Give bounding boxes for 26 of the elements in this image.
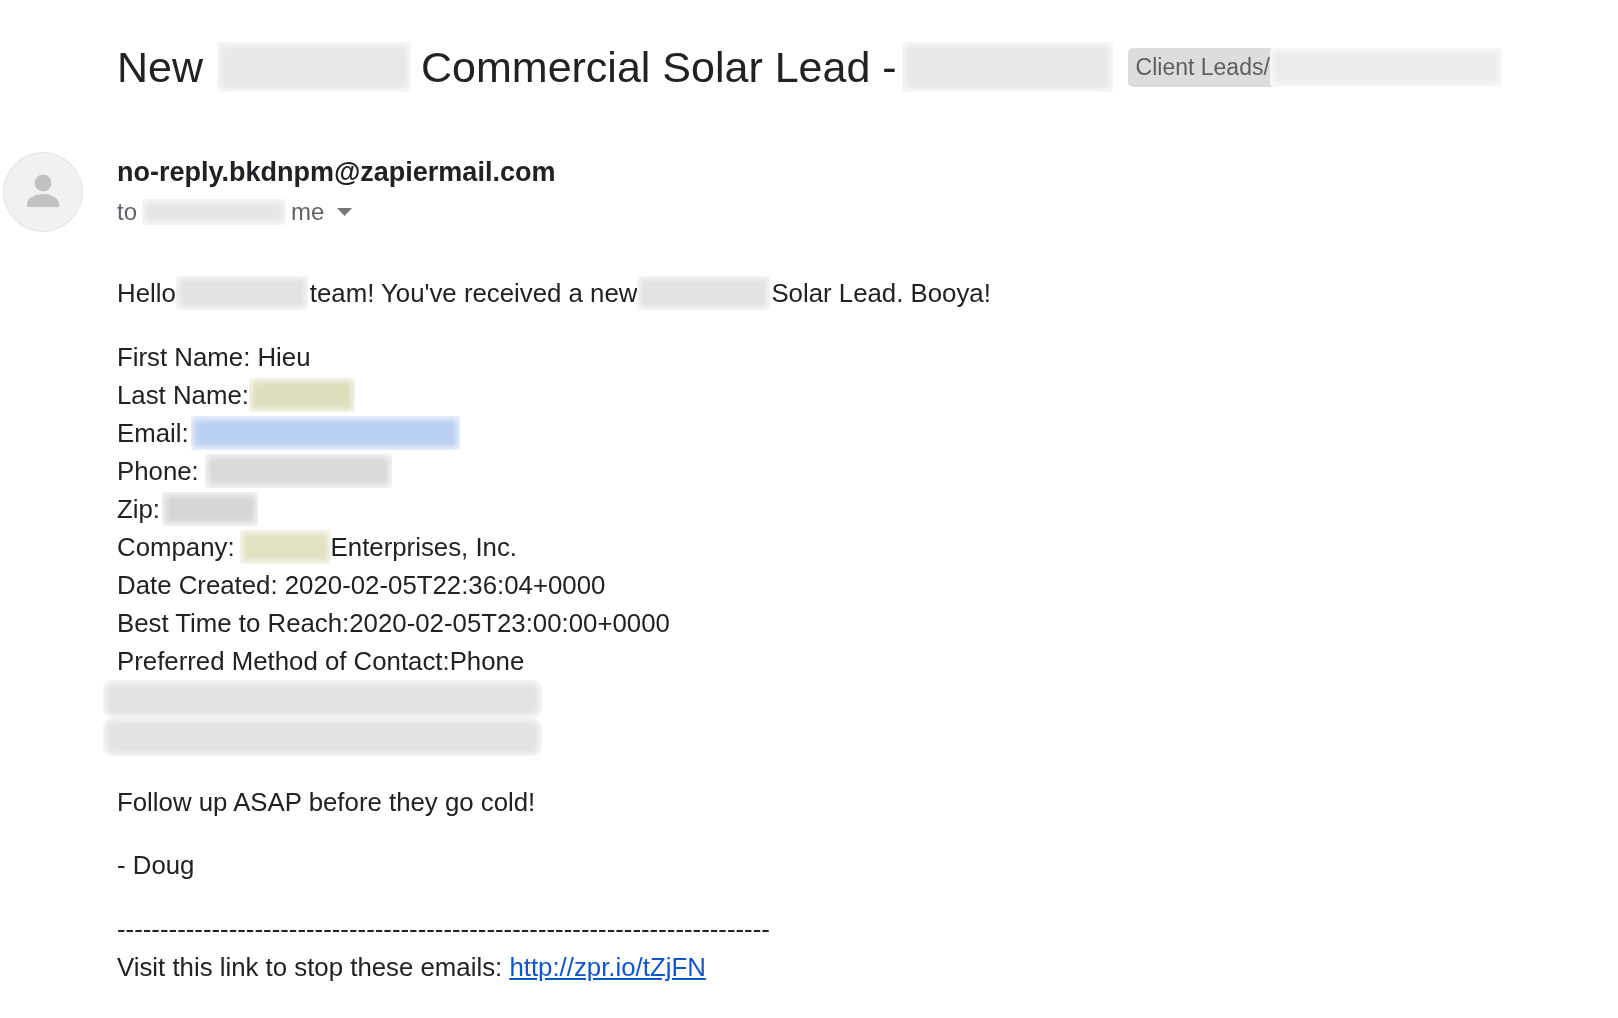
field-text: Zip:: [117, 494, 160, 524]
field-text: Enterprises, Inc.: [330, 532, 517, 562]
signature-text: - Doug: [117, 850, 195, 880]
field-text: Last Name:: [117, 380, 249, 410]
field-text: Date Created: 2020-02-05T22:36:04+0000: [117, 570, 606, 600]
greeting-text: Solar Lead. Booya!: [771, 278, 991, 308]
subject-text: New: [117, 42, 204, 92]
closing-text: Follow up ASAP before they go cold!: [117, 787, 536, 817]
sender-email: no-reply.bkdnpm@zapiermail.com: [117, 157, 556, 187]
subject-text: Commercial Solar Lead -: [421, 42, 897, 92]
footer-text: Visit this link to stop these emails: http://zpr.io/tZjFN: [117, 952, 706, 982]
field-text: Phone:: [117, 456, 199, 486]
recipient-text: to: [117, 198, 137, 226]
greeting-text: Hello: [117, 278, 176, 308]
field-text: Preferred Method of Contact:Phone: [117, 646, 525, 676]
unsubscribe-link[interactable]: http://zpr.io/tZjFN: [509, 952, 706, 981]
field-text: First Name: Hieu: [117, 342, 311, 372]
field-text: Best Time to Reach:2020-02-05T23:00:00+0000: [117, 608, 670, 638]
dashed-divider-text: ----------------------------------------------------------------------------: [117, 914, 770, 944]
caret-icon[interactable]: [337, 208, 353, 216]
recipient-text: me: [291, 198, 325, 226]
field-text: Company:: [117, 532, 235, 562]
field-text: Email:: [117, 418, 189, 448]
greeting-text: team! You've received a new: [309, 278, 638, 308]
avatar-icon: [3, 152, 83, 232]
label-chip[interactable]: Client Leads/: [1127, 47, 1502, 87]
